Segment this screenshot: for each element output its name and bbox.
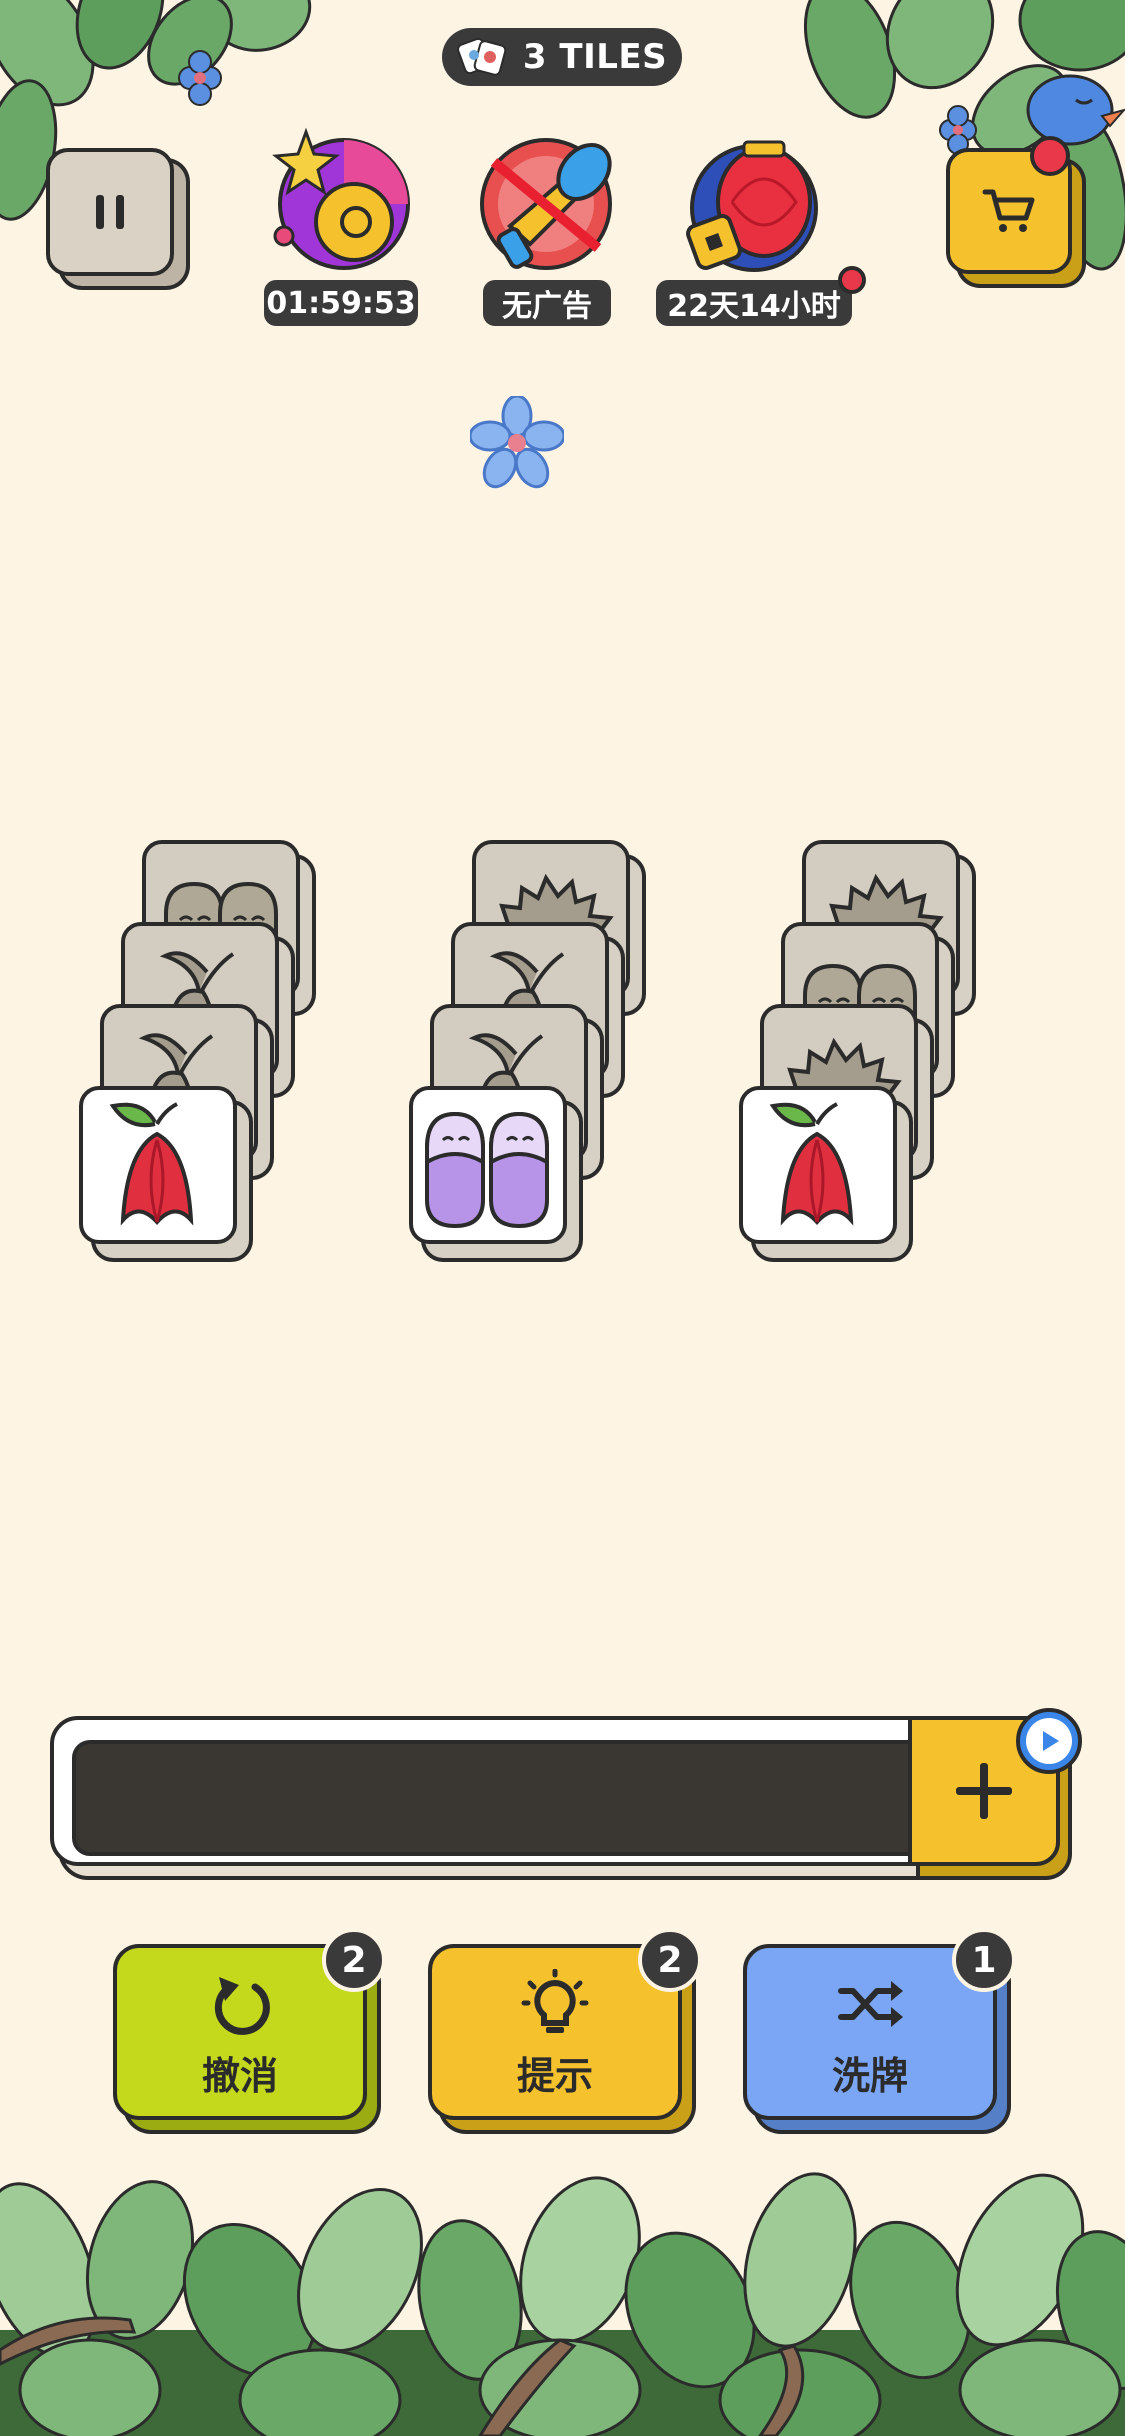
tiles-count-label: 3 TILES xyxy=(522,37,668,77)
cart-notification-dot xyxy=(1030,136,1070,176)
tile-slot-tray xyxy=(72,1740,932,1856)
tile-purple-slippers[interactable] xyxy=(409,1086,567,1244)
pause-icon xyxy=(96,195,124,229)
undo-label: 撤消 xyxy=(201,2053,278,2098)
hint-count-badge: 2 xyxy=(638,1928,702,1992)
tile-red-flower[interactable] xyxy=(739,1086,897,1244)
lantern-icon[interactable] xyxy=(682,126,832,276)
cart-icon xyxy=(982,189,1035,232)
hint-label: 提示 xyxy=(516,2053,593,2098)
tiles-icon xyxy=(456,37,507,76)
bulb-icon xyxy=(521,1968,589,2033)
red-flower-icon xyxy=(769,1102,854,1226)
red-flower-icon xyxy=(109,1102,194,1226)
slippers-icon xyxy=(425,1111,549,1229)
tile-red-flower[interactable] xyxy=(79,1086,237,1244)
magic-wand-timer: 01:59:53 xyxy=(264,280,418,326)
magic-wand-icon[interactable] xyxy=(266,126,416,276)
undo-icon xyxy=(214,1976,270,2035)
no-ads-label: 无广告 xyxy=(483,280,611,326)
undo-count-badge: 2 xyxy=(322,1928,386,1992)
shuffle-icon xyxy=(838,1980,903,2027)
pause-button[interactable] xyxy=(46,148,174,276)
shuffle-label: 洗牌 xyxy=(831,2053,908,2098)
tiles-counter: 3 TILES xyxy=(442,28,682,86)
lantern-notification-dot xyxy=(838,266,866,294)
shuffle-count-badge: 1 xyxy=(952,1928,1016,1992)
plus-icon xyxy=(956,1763,1012,1819)
watch-video-badge[interactable] xyxy=(1016,1708,1082,1774)
play-icon xyxy=(1043,1731,1059,1751)
no-ads-icon[interactable] xyxy=(470,126,620,276)
lantern-timer: 22天14小时 xyxy=(656,280,852,326)
flower-decoration xyxy=(470,396,564,489)
foliage-bottom xyxy=(0,2150,1125,2436)
